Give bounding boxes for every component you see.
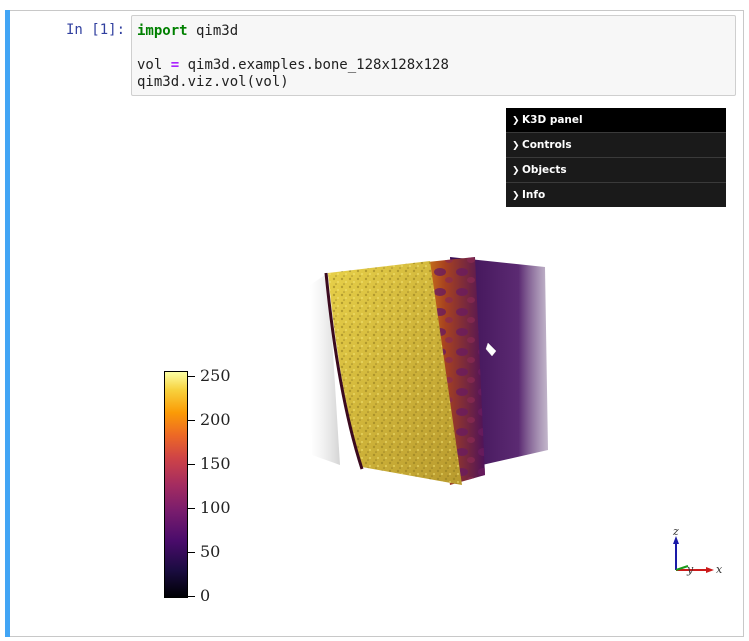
code-line-3: vol = qim3d.examples.bone_128x128x128 [137,57,449,73]
colorbar-tick [188,376,195,377]
colorbar-tick-label: 250 [200,366,231,385]
colorbar-tick-label: 200 [200,410,231,429]
axes-gizmo: z y x [672,525,723,576]
k3d-item-info[interactable]: ❯ Info [506,182,726,207]
y-axis-label: y [686,563,694,576]
colorbar-tick [188,596,195,597]
code-line-4: qim3d.viz.vol(vol) [137,74,289,90]
colorbar-tick-label: 50 [200,542,221,561]
k3d-item-label: Objects [522,164,567,176]
assign-value: qim3d.examples.bone_128x128x128 [179,57,449,73]
k3d-panel-title: K3D panel [522,114,583,126]
z-axis-label: z [672,525,679,538]
colorbar [164,371,188,598]
import-target: qim3d [187,23,239,39]
chevron-right-icon: ❯ [512,166,520,176]
colorbar-tick [188,508,195,509]
colorbar-tick-label: 100 [200,498,231,517]
volume-render-canvas[interactable] [300,245,560,495]
colorbar-tick [188,420,195,421]
chevron-right-icon: ❯ [512,141,520,151]
colorbar-tick-label: 150 [200,454,231,473]
keyword-import: import [137,23,188,39]
cell-selection-bar [5,10,10,637]
assign-operator: = [170,57,180,73]
colorbar-tick-label: 0 [200,586,211,605]
colorbar-tick [188,464,195,465]
code-editor[interactable]: import qim3d vol = qim3d.examples.bone_1… [131,15,736,96]
k3d-item-label: Controls [522,139,572,151]
x-axis-arrow [706,567,714,573]
code-line-1: import qim3d [137,23,238,39]
k3d-item-objects[interactable]: ❯ Objects [506,157,726,182]
cell-prompt: In [1]: [66,22,126,38]
assign-target: vol [137,57,171,73]
k3d-item-label: Info [522,189,546,201]
colorbar-tick [188,552,195,553]
k3d-panel[interactable]: ❯ K3D panel ❯ Controls ❯ Objects ❯ Info [506,108,726,207]
x-axis-label: x [716,563,723,576]
k3d-panel-header[interactable]: ❯ K3D panel [506,108,726,132]
k3d-item-controls[interactable]: ❯ Controls [506,132,726,157]
chevron-down-icon: ❯ [512,116,520,126]
chevron-right-icon: ❯ [512,191,520,201]
